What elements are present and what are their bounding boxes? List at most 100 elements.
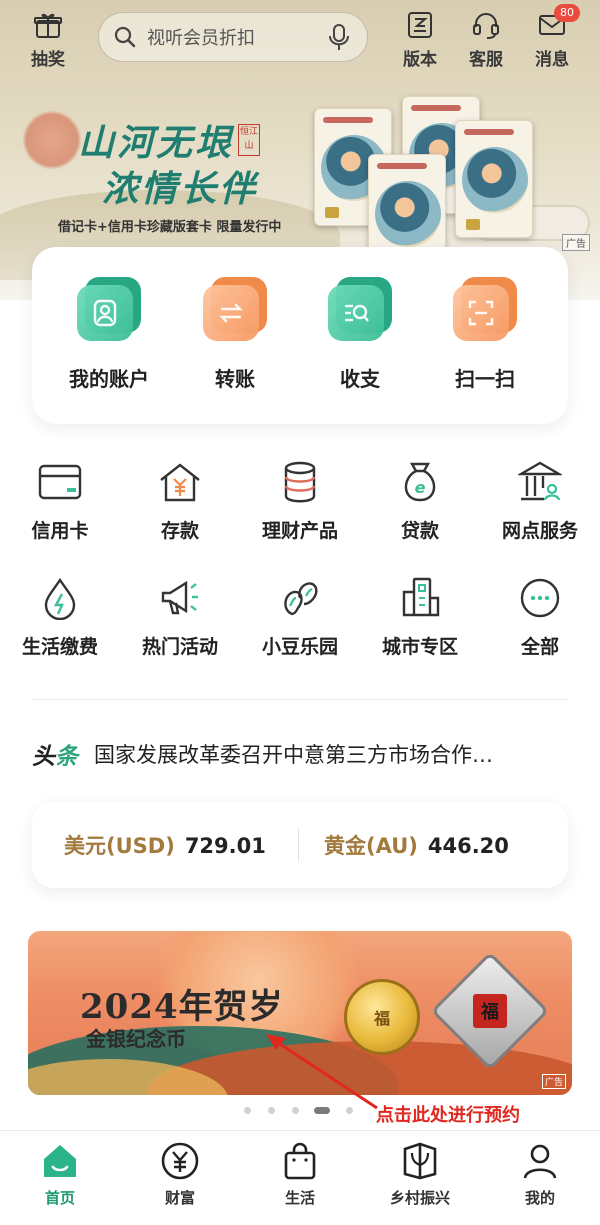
grid-item-loan[interactable]: e 贷款 [360, 460, 480, 543]
hero-title-line1: 山河无垠 [78, 122, 235, 164]
bill-payment-icon [44, 577, 76, 620]
exchange-rates-panel: 美元(USD) 729.01 黄金(AU) 446.20 [32, 802, 568, 888]
nav-life-label: 生活 [284, 1189, 315, 1207]
bottom-navigation: 首页 财富 生活 乡村振兴 我的 [0, 1130, 600, 1225]
gold-coin-character: 福 [373, 1009, 390, 1028]
rates-separator [298, 828, 299, 862]
promo-title: 2024年贺岁 [80, 987, 284, 1027]
promo-ad-tag: 广告 [541, 1074, 566, 1089]
nav-wealth[interactable]: 财富 [120, 1141, 240, 1208]
all-label: 全部 [520, 636, 559, 658]
my-account-button[interactable]: 我的账户 [54, 277, 164, 392]
deposit-icon [160, 463, 200, 502]
deposit-label: 存款 [160, 520, 199, 542]
nav-rural[interactable]: 乡村振兴 [360, 1141, 480, 1208]
hero-sun-decoration [22, 110, 82, 170]
usd-value: 729.01 [184, 834, 266, 858]
nav-profile[interactable]: 我的 [480, 1141, 600, 1208]
branch-service-icon [518, 461, 562, 501]
svg-text:e: e [415, 478, 426, 497]
usd-rate[interactable]: 美元(USD) 729.01 [64, 830, 266, 860]
profile-icon [523, 1144, 557, 1179]
lottery-label: 抽奖 [31, 50, 65, 70]
loan-label: 贷款 [400, 520, 439, 542]
credit-card-label: 信用卡 [31, 520, 89, 542]
nav-rural-label: 乡村振兴 [389, 1189, 450, 1207]
hero-subtitle: 借记卡+信用卡珍藏版套卡 限量发行中 [58, 220, 282, 235]
usd-label: 美元(USD) [64, 834, 175, 858]
life-icon [284, 1142, 316, 1180]
transfer-button[interactable]: 转账 [180, 277, 290, 392]
transfer-icon [203, 277, 267, 341]
grid-item-credit-card[interactable]: 信用卡 [0, 460, 120, 543]
hot-events-icon [161, 580, 198, 615]
scan-icon [453, 277, 517, 341]
customer-service-button[interactable]: 客服 [456, 10, 516, 70]
headline-tag: 头条 [32, 744, 78, 770]
hot-events-label: 热门活动 [141, 636, 218, 658]
credit-card-icon [38, 464, 82, 500]
grid-item-wealth-products[interactable]: 理财产品 [240, 460, 360, 543]
card-image [455, 120, 533, 238]
grid-item-hot-events[interactable]: 热门活动 [120, 576, 240, 659]
nav-profile-label: 我的 [524, 1189, 555, 1207]
gold-label: 黄金(AU) [324, 834, 418, 858]
income-expense-label: 收支 [340, 367, 380, 391]
search-placeholder: 视听会员折扣 [147, 28, 255, 49]
nav-home-label: 首页 [44, 1189, 75, 1207]
messages-button[interactable]: 80 消息 [522, 4, 582, 70]
headset-icon [473, 13, 499, 39]
gift-icon [34, 13, 62, 38]
silver-coin-character: 福 [473, 994, 507, 1028]
transfer-label: 转账 [215, 367, 255, 391]
headline-news[interactable]: 头条 国家发展改革委召开中意第三方市场合作… [32, 734, 568, 774]
annotation-arrow-icon [266, 1034, 378, 1110]
wealth-products-icon [284, 461, 316, 503]
hero-title-line2: 浓情长伴 [102, 168, 259, 210]
grid-item-branch-service[interactable]: 网点服务 [480, 460, 600, 543]
loan-icon: e [404, 462, 436, 502]
my-account-label: 我的账户 [69, 367, 149, 391]
grid-item-bean-park[interactable]: 小豆乐园 [240, 576, 360, 659]
nav-home[interactable]: 首页 [0, 1141, 120, 1208]
scan-label: 扫一扫 [455, 367, 515, 391]
city-zone-label: 城市专区 [381, 636, 458, 658]
version-button[interactable]: 版本 [390, 10, 450, 70]
bean-park-label: 小豆乐园 [261, 636, 338, 658]
bill-payment-label: 生活缴费 [21, 636, 98, 658]
search-icon [114, 26, 136, 48]
annotation-text: 点击此处进行预约 [376, 1105, 520, 1126]
more-icon [520, 578, 560, 618]
top-bar: 抽奖 视听会员折扣 版本 客服 80 消息 [0, 0, 600, 80]
lottery-button[interactable]: 抽奖 [18, 10, 78, 70]
income-expense-icon [328, 277, 392, 341]
nav-wealth-label: 财富 [164, 1189, 195, 1207]
grid-item-bill-payment[interactable]: 生活缴费 [0, 576, 120, 659]
nav-life[interactable]: 生活 [240, 1141, 360, 1208]
wealth-icon [161, 1142, 199, 1180]
grid-item-deposit[interactable]: 存款 [120, 460, 240, 543]
city-zone-icon [402, 577, 440, 617]
version-label: 版本 [403, 50, 437, 70]
headline-text[interactable]: 国家发展改革委召开中意第三方市场合作… [94, 739, 554, 769]
gold-value: 446.20 [427, 834, 509, 858]
hero-title: 山河无垠 浓情长伴 [78, 120, 258, 212]
grid-item-all[interactable]: 全部 [480, 576, 600, 659]
rural-icon [403, 1142, 437, 1180]
search-bar[interactable]: 视听会员折扣 [98, 12, 368, 62]
hero-ad-tag: 广告 [562, 234, 590, 251]
gold-rate[interactable]: 黄金(AU) 446.20 [324, 830, 509, 860]
income-expense-button[interactable]: 收支 [305, 277, 415, 392]
account-icon [77, 277, 141, 341]
version-icon [408, 12, 432, 38]
microphone-icon[interactable] [327, 23, 351, 51]
grid-item-city-zone[interactable]: 城市专区 [360, 576, 480, 659]
messages-label: 消息 [535, 50, 569, 70]
scan-button[interactable]: 扫一扫 [430, 277, 540, 392]
carousel-dot[interactable] [244, 1107, 251, 1114]
quick-actions-panel: 我的账户 转账 收支 扫一扫 [32, 247, 568, 424]
branch-service-label: 网点服务 [501, 520, 578, 542]
wealth-products-label: 理财产品 [261, 520, 338, 542]
messages-badge: 80 [554, 4, 580, 22]
customer-service-label: 客服 [469, 50, 503, 70]
